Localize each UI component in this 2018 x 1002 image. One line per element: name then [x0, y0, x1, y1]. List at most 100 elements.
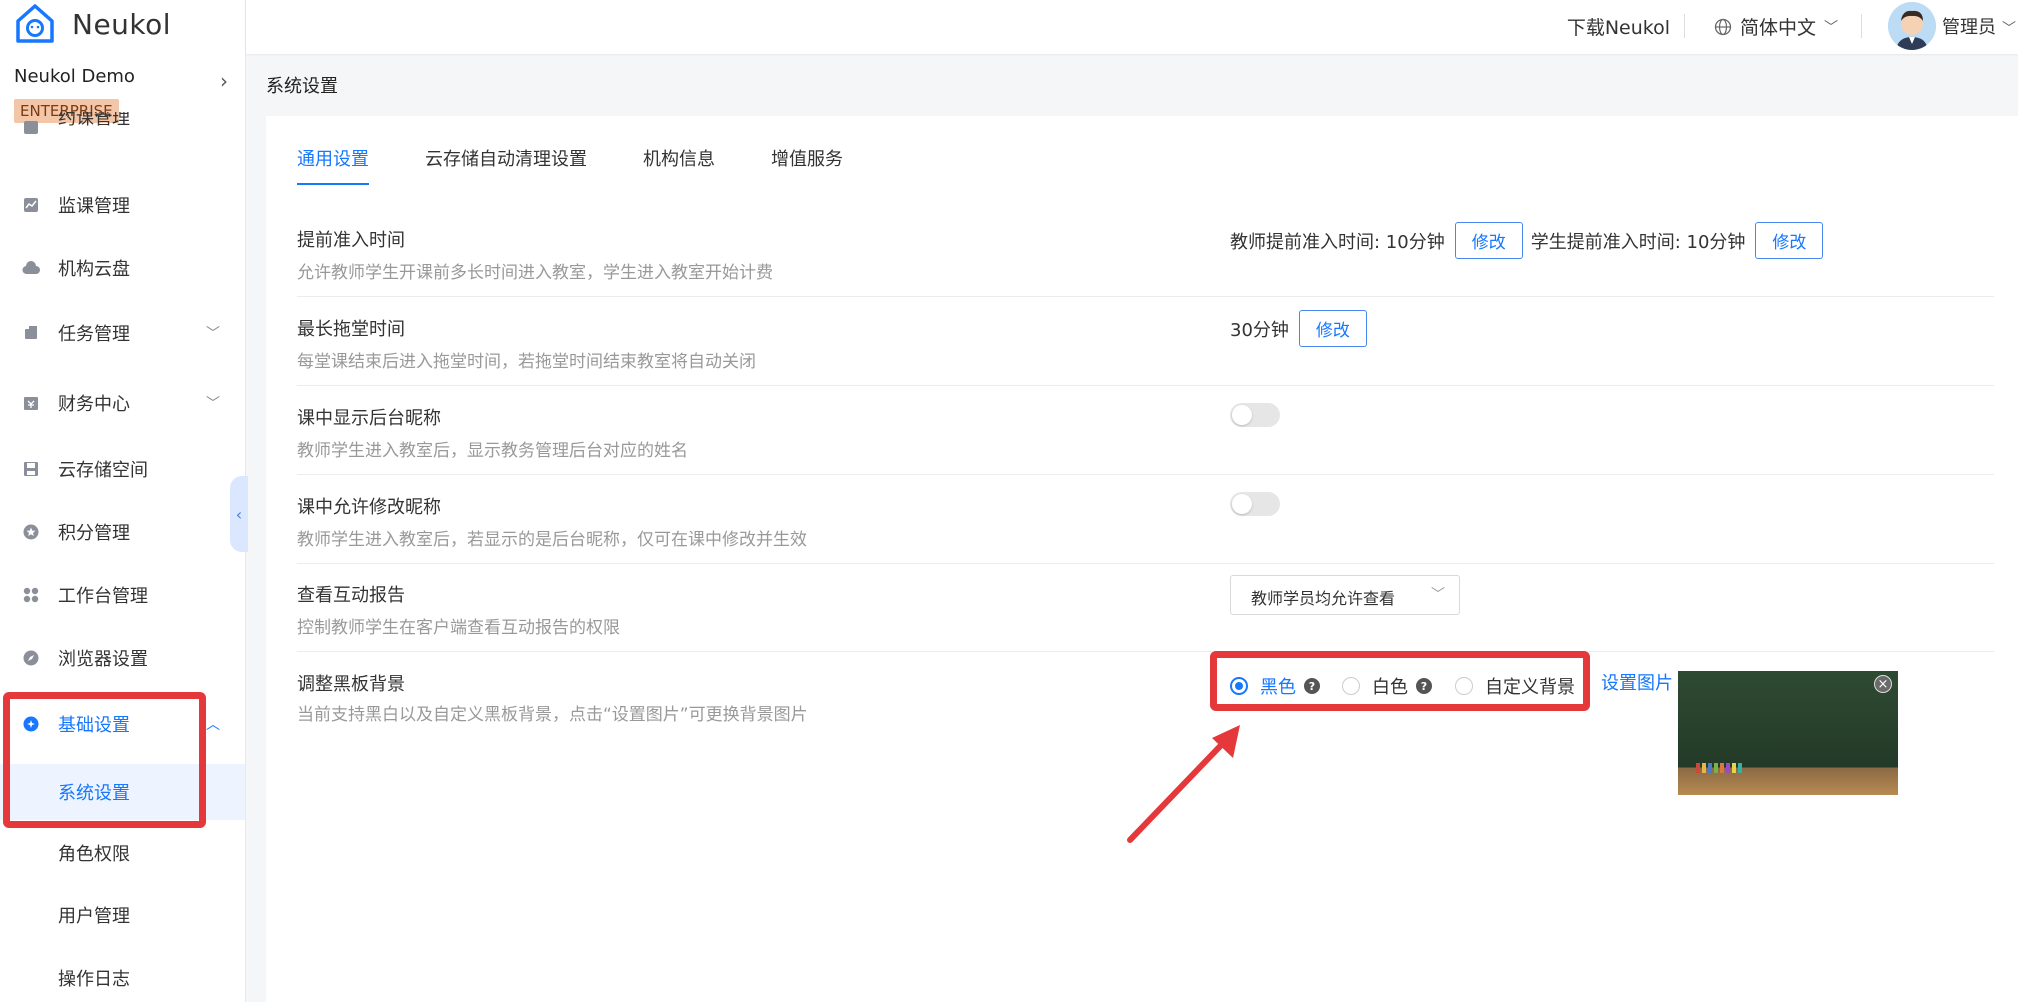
settings-circle-icon [22, 715, 40, 733]
radio-button-checked[interactable] [1230, 677, 1248, 695]
sidebar-collapse-button[interactable]: ‹ [230, 476, 248, 552]
setting-title: 课中允许修改昵称 [297, 497, 441, 518]
breadcrumb: 系统设置 [266, 76, 338, 97]
set-image-link[interactable]: 设置图片 [1601, 669, 1673, 695]
sidebar: Neukol Neukol Demo › ENTERPRISE 约课管理 监课管… [0, 0, 246, 1002]
sidebar-item-points[interactable]: 积分管理 [0, 507, 245, 557]
sidebar-item-label: 机构云盘 [58, 259, 130, 280]
radio-button[interactable] [1455, 677, 1473, 695]
sidebar-item-label: 浏览器设置 [58, 649, 148, 670]
radio-label: 自定义背景 [1485, 677, 1575, 698]
sidebar-item-browser[interactable]: 浏览器设置 [0, 633, 245, 683]
logo-icon [16, 4, 54, 43]
compass-icon [22, 649, 40, 667]
logo[interactable]: Neukol [14, 2, 171, 46]
chevron-right-icon: › [220, 69, 228, 93]
sidebar-item-users[interactable]: 用户管理 [0, 890, 245, 940]
sidebar-item-label: 角色权限 [58, 844, 130, 865]
tab-cloud-cleanup[interactable]: 云存储自动清理设置 [425, 145, 587, 185]
calendar-icon [22, 118, 40, 136]
sidebar-item-label: 工作台管理 [58, 586, 148, 607]
setting-title: 最长拖堂时间 [297, 319, 405, 340]
tab-general[interactable]: 通用设置 [297, 145, 369, 185]
blackboard-preview-image: × [1678, 671, 1898, 795]
setting-row-show-nickname: 课中显示后台昵称 教师学生进入教室后，显示教务管理后台对应的姓名 [297, 394, 1994, 475]
chevron-left-icon: ‹ [235, 504, 243, 524]
sidebar-item-label: 系统设置 [58, 783, 130, 804]
sidebar-item-roles[interactable]: 角色权限 [0, 828, 245, 878]
sidebar-item-system-settings[interactable]: 系统设置 [0, 764, 245, 820]
sidebar-item-monitor[interactable]: 监课管理 [0, 180, 245, 230]
tab-bar: 通用设置 云存储自动清理设置 机构信息 增值服务 [297, 145, 899, 185]
annotation-arrow-icon [1127, 725, 1240, 843]
app-name: Neukol [72, 7, 172, 41]
sidebar-item-finance[interactable]: 财务中心 ﹀ [0, 378, 245, 428]
sidebar-item-label: 操作日志 [58, 969, 130, 990]
radio-button[interactable] [1342, 677, 1360, 695]
cloud-icon [22, 259, 40, 277]
user-menu[interactable]: 管理员 ﹀ [1942, 13, 2018, 39]
tab-org-info[interactable]: 机构信息 [643, 145, 715, 185]
edit-max-overtime-button[interactable]: 修改 [1298, 310, 1367, 347]
help-icon[interactable]: ? [1416, 678, 1432, 694]
sidebar-item-label: 用户管理 [58, 906, 130, 927]
edit-teacher-early-entry-button[interactable]: 修改 [1454, 222, 1523, 259]
sidebar-item-logs[interactable]: 操作日志 [0, 953, 245, 1002]
sidebar-item-label: 基础设置 [58, 715, 130, 736]
chevron-down-icon: ﹀ [206, 396, 220, 412]
user-name: 管理员 [1942, 17, 1996, 38]
org-name: Neukol Demo [14, 66, 135, 87]
chevron-down-icon: ﹀ [206, 326, 220, 342]
blackboard-options-highlight: 黑色 ? 白色 ? 自定义背景 [1210, 651, 1590, 711]
help-icon[interactable]: ? [1304, 678, 1320, 694]
sidebar-item-booking[interactable]: 约课管理 [0, 112, 245, 142]
chevron-down-icon: ﹀ [1824, 19, 1838, 36]
report-permission-value: 教师学员均允许查看 [1251, 589, 1396, 608]
chevron-down-icon: ﹀ [1431, 587, 1445, 603]
header-divider [1861, 14, 1862, 38]
edit-student-early-entry-button[interactable]: 修改 [1755, 222, 1824, 259]
setting-desc: 当前支持黑白以及自定义黑板背景，点击“设置图片”可更换背景图片 [297, 705, 808, 725]
header-divider [1684, 14, 1685, 38]
setting-row-max-overtime: 最长拖堂时间 每堂课结束后进入拖堂时间，若拖堂时间结束教室将自动关闭 [297, 305, 1994, 386]
org-switcher[interactable]: Neukol Demo › [14, 66, 234, 96]
allow-rename-toggle[interactable] [1230, 492, 1280, 516]
close-icon[interactable]: × [1874, 675, 1892, 693]
setting-desc: 允许教师学生开课前多长时间进入教室，学生进入教室开始计费 [297, 263, 773, 283]
setting-desc: 教师学生进入教室后，若显示的是后台昵称，仅可在课中修改并生效 [297, 530, 807, 550]
report-permission-select[interactable]: 教师学员均允许查看 ﹀ [1230, 575, 1460, 615]
setting-desc: 教师学生进入教室后，显示教务管理后台对应的姓名 [297, 441, 688, 461]
sidebar-item-cloud-disk[interactable]: 机构云盘 [0, 243, 245, 293]
chevron-down-icon: ﹀ [2002, 21, 2016, 37]
tab-value-added[interactable]: 增值服务 [771, 145, 843, 185]
sidebar-item-basic-settings[interactable]: 基础设置 ︿ [0, 699, 245, 749]
sidebar-item-label: 约课管理 [58, 112, 130, 129]
setting-title: 提前准入时间 [297, 230, 405, 251]
radio-white[interactable]: 白色 ? [1342, 673, 1432, 699]
setting-title: 查看互动报告 [297, 585, 405, 606]
sidebar-item-label: 财务中心 [58, 394, 130, 415]
setting-desc: 每堂课结束后进入拖堂时间，若拖堂时间结束教室将自动关闭 [297, 352, 756, 372]
sidebar-item-label: 云存储空间 [58, 460, 148, 481]
sidebar-item-tasks[interactable]: 任务管理 ﹀ [0, 308, 245, 358]
sidebar-item-label: 监课管理 [58, 196, 130, 217]
app-root: Neukol Neukol Demo › ENTERPRISE 约课管理 监课管… [0, 0, 2018, 1002]
setting-title: 调整黑板背景 [297, 674, 405, 695]
student-early-entry-value: 学生提前准入时间: 10分钟 [1530, 231, 1746, 253]
sidebar-item-label: 积分管理 [58, 523, 130, 544]
early-entry-controls: 教师提前准入时间: 10分钟 修改 学生提前准入时间: 10分钟 修改 [1230, 222, 1824, 259]
sidebar-item-storage[interactable]: 云存储空间 [0, 444, 245, 494]
max-overtime-controls: 30分钟 修改 [1230, 310, 1367, 347]
avatar[interactable] [1888, 2, 1936, 50]
setting-desc: 控制教师学生在客户端查看互动报告的权限 [297, 618, 620, 638]
language-selector[interactable]: 简体中文 ﹀ [1714, 13, 1838, 40]
setting-title: 课中显示后台昵称 [297, 408, 441, 429]
radio-custom[interactable]: 自定义背景 [1455, 673, 1575, 699]
language-label: 简体中文 [1739, 17, 1816, 39]
radio-black[interactable]: 黑色 ? [1230, 673, 1320, 699]
download-link[interactable]: 下载Neukol [1567, 13, 1670, 40]
show-nickname-toggle[interactable] [1230, 403, 1280, 427]
radio-label: 白色 [1372, 677, 1408, 698]
finance-icon [22, 394, 40, 412]
sidebar-item-workbench[interactable]: 工作台管理 [0, 570, 245, 620]
